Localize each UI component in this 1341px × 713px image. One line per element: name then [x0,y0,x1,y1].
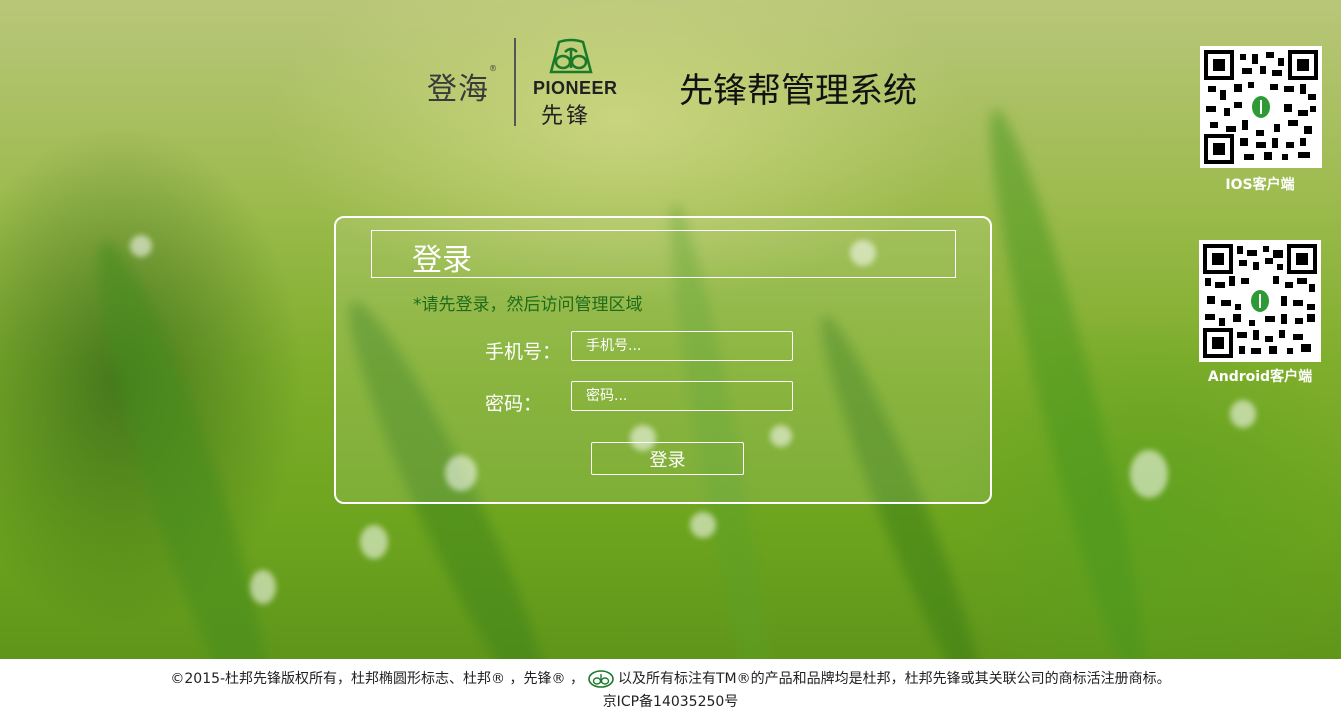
pioneer-oval-icon [549,38,593,74]
pioneer-wordmark: PIONEER [533,78,618,98]
phone-input[interactable] [571,331,793,361]
password-input[interactable] [571,381,793,411]
copyright-part1: ©2015-杜邦先锋版权所有，杜邦椭圆形标志、杜邦® ，先锋® ， [170,671,584,687]
xianfeng-wordmark: 先锋 [541,104,592,129]
qr-code-icon [1203,244,1317,358]
brand-logo: 登海® PIONEER 先锋 [425,36,625,129]
footer: ©2015-杜邦先锋版权所有，杜邦椭圆形标志、杜邦® ，先锋® ， 以及所有标注… [0,659,1341,713]
page-title: 先锋帮管理系统 [679,71,917,111]
login-hint: *请先登录，然后访问管理区域 [413,295,643,315]
ios-qr-label: IOS客户端 [1225,177,1295,193]
icp-text: 京ICP备14035250号 [602,694,739,710]
login-header: 登录 [371,230,956,278]
qr-code-icon [1204,50,1318,164]
login-panel: 登录 *请先登录，然后访问管理区域 手机号： 密码： 登录 [334,216,992,504]
ios-qr-code [1200,46,1322,168]
login-button[interactable]: 登录 [591,442,744,475]
android-qr-code [1199,240,1321,362]
copyright-part2: 以及所有标注有TM®的产品和品牌均是杜邦，杜邦先锋或其关联公司的商标活注册商标。 [617,671,1171,687]
copyright-text: ©2015-杜邦先锋版权所有，杜邦椭圆形标志、杜邦® ，先锋® ， 以及所有标注… [0,668,1341,689]
phone-label: 手机号： [485,341,562,363]
login-title: 登录 [412,243,472,278]
password-label: 密码： [485,393,543,415]
pioneer-oval-icon [588,670,614,688]
denghai-logo-text: 登海® [427,64,498,107]
android-qr-label: Android客户端 [1207,369,1313,385]
logo-divider [514,38,516,126]
